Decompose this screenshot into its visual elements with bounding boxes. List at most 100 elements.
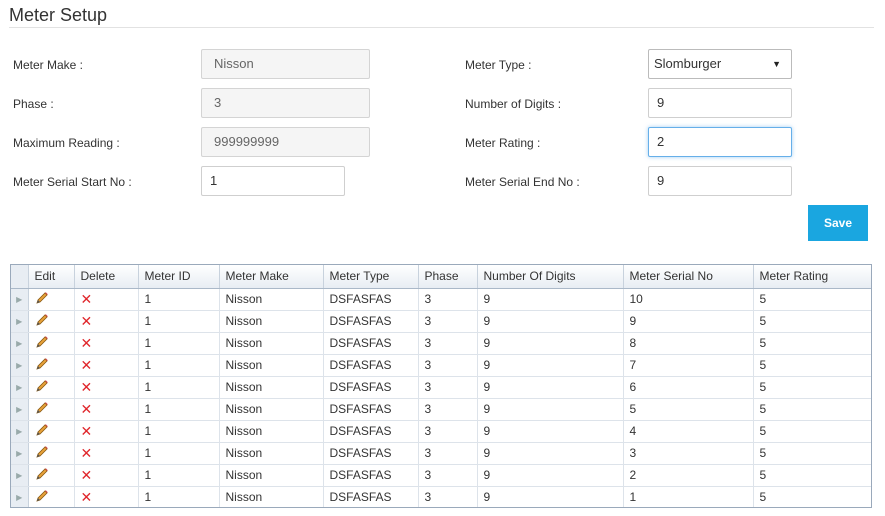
- edit-cell: [28, 310, 75, 333]
- title-divider: [9, 27, 874, 28]
- cell-serial-no: 1: [623, 486, 754, 507]
- pencil-icon[interactable]: [35, 335, 49, 349]
- delete-cell: ✕: [74, 486, 139, 507]
- pencil-icon[interactable]: [35, 313, 49, 327]
- cell-digits: 9: [477, 376, 624, 399]
- cell-meter-type: DSFASFAS: [323, 288, 419, 311]
- serial-end-field[interactable]: 9: [648, 166, 792, 196]
- cell-digits: 9: [477, 464, 624, 487]
- header-indicator: [11, 265, 29, 289]
- save-button[interactable]: Save: [808, 205, 868, 241]
- delete-cell: ✕: [74, 464, 139, 487]
- cell-digits: 9: [477, 398, 624, 421]
- table-row[interactable]: ▶ ✕ 1 Nisson DSFASFAS 3 9 9 5: [11, 310, 871, 333]
- table-row[interactable]: ▶ ✕ 1 Nisson DSFASFAS 3 9 4 5: [11, 420, 871, 443]
- table-row[interactable]: ▶ ✕ 1 Nisson DSFASFAS 3 9 1 5: [11, 486, 871, 507]
- table-row[interactable]: ▶ ✕ 1 Nisson DSFASFAS 3 9 6 5: [11, 376, 871, 399]
- col-header-meter-type[interactable]: Meter Type: [323, 265, 419, 289]
- cell-rating: 5: [753, 398, 871, 421]
- cell-rating: 5: [753, 354, 871, 377]
- cell-rating: 5: [753, 486, 871, 507]
- pencil-icon[interactable]: [35, 291, 49, 305]
- col-header-phase[interactable]: Phase: [418, 265, 478, 289]
- cell-meter-make: Nisson: [219, 354, 324, 377]
- cell-phase: 3: [418, 398, 478, 421]
- page-title: Meter Setup: [9, 5, 108, 25]
- edit-cell: [28, 486, 75, 507]
- pencil-icon[interactable]: [35, 401, 49, 415]
- cell-rating: 5: [753, 376, 871, 399]
- grid-header-row: Edit Delete Meter ID Meter Make Meter Ty…: [11, 265, 871, 289]
- cell-meter-id: 1: [138, 354, 220, 377]
- serial-start-label: Meter Serial Start No :: [13, 175, 132, 189]
- table-row[interactable]: ▶ ✕ 1 Nisson DSFASFAS 3 9 5 5: [11, 398, 871, 421]
- cross-icon[interactable]: ✕: [81, 335, 93, 351]
- cell-meter-id: 1: [138, 420, 220, 443]
- pencil-icon[interactable]: [35, 445, 49, 459]
- cell-meter-make: Nisson: [219, 288, 324, 311]
- table-row[interactable]: ▶ ✕ 1 Nisson DSFASFAS 3 9 7 5: [11, 354, 871, 377]
- col-header-edit[interactable]: Edit: [28, 265, 75, 289]
- delete-cell: ✕: [74, 420, 139, 443]
- cell-phase: 3: [418, 486, 478, 507]
- table-row[interactable]: ▶ ✕ 1 Nisson DSFASFAS 3 9 8 5: [11, 332, 871, 355]
- cross-icon[interactable]: ✕: [81, 423, 93, 439]
- max-reading-label: Maximum Reading :: [13, 136, 120, 150]
- meter-grid: Edit Delete Meter ID Meter Make Meter Ty…: [10, 264, 872, 508]
- cross-icon[interactable]: ✕: [81, 313, 93, 329]
- meter-type-select[interactable]: Slomburger ▼: [648, 49, 792, 79]
- cell-meter-id: 1: [138, 332, 220, 355]
- cross-icon[interactable]: ✕: [81, 379, 93, 395]
- triangle-right-icon: ▶: [11, 464, 29, 487]
- table-row[interactable]: ▶ ✕ 1 Nisson DSFASFAS 3 9 3 5: [11, 442, 871, 465]
- cross-icon[interactable]: ✕: [81, 467, 93, 483]
- delete-cell: ✕: [74, 310, 139, 333]
- col-header-serial-no[interactable]: Meter Serial No: [623, 265, 754, 289]
- table-row[interactable]: ▶ ✕ 1 Nisson DSFASFAS 3 9 2 5: [11, 464, 871, 487]
- triangle-right-icon: ▶: [11, 486, 29, 507]
- cell-meter-type: DSFASFAS: [323, 332, 419, 355]
- cell-meter-type: DSFASFAS: [323, 464, 419, 487]
- delete-cell: ✕: [74, 354, 139, 377]
- col-header-digits[interactable]: Number Of Digits: [477, 265, 624, 289]
- pencil-icon[interactable]: [35, 467, 49, 481]
- max-reading-field[interactable]: 999999999: [201, 127, 370, 157]
- cross-icon[interactable]: ✕: [81, 291, 93, 307]
- cell-serial-no: 4: [623, 420, 754, 443]
- cell-meter-make: Nisson: [219, 420, 324, 443]
- cell-meter-id: 1: [138, 376, 220, 399]
- col-header-meter-id[interactable]: Meter ID: [138, 265, 220, 289]
- rating-field[interactable]: 2: [648, 127, 792, 157]
- cross-icon[interactable]: ✕: [81, 445, 93, 461]
- cell-phase: 3: [418, 420, 478, 443]
- col-header-delete[interactable]: Delete: [74, 265, 139, 289]
- serial-start-field[interactable]: 1: [201, 166, 345, 196]
- col-header-rating[interactable]: Meter Rating: [753, 265, 871, 289]
- delete-cell: ✕: [74, 288, 139, 311]
- meter-make-field[interactable]: Nisson: [201, 49, 370, 79]
- pencil-icon[interactable]: [35, 379, 49, 393]
- edit-cell: [28, 376, 75, 399]
- cross-icon[interactable]: ✕: [81, 357, 93, 373]
- cross-icon[interactable]: ✕: [81, 489, 93, 505]
- cell-rating: 5: [753, 332, 871, 355]
- pencil-icon[interactable]: [35, 423, 49, 437]
- triangle-right-icon: ▶: [11, 376, 29, 399]
- cross-icon[interactable]: ✕: [81, 401, 93, 417]
- meter-table: Edit Delete Meter ID Meter Make Meter Ty…: [11, 265, 871, 507]
- table-row[interactable]: ▶ ✕ 1 Nisson DSFASFAS 3 9 10 5: [11, 288, 871, 311]
- digits-field[interactable]: 9: [648, 88, 792, 118]
- triangle-right-icon: ▶: [11, 310, 29, 333]
- edit-cell: [28, 354, 75, 377]
- edit-cell: [28, 464, 75, 487]
- delete-cell: ✕: [74, 398, 139, 421]
- phase-label: Phase :: [13, 97, 54, 111]
- pencil-icon[interactable]: [35, 489, 49, 503]
- cell-serial-no: 2: [623, 464, 754, 487]
- pencil-icon[interactable]: [35, 357, 49, 371]
- col-header-meter-make[interactable]: Meter Make: [219, 265, 324, 289]
- phase-field[interactable]: 3: [201, 88, 370, 118]
- cell-serial-no: 10: [623, 288, 754, 311]
- cell-phase: 3: [418, 288, 478, 311]
- cell-meter-make: Nisson: [219, 376, 324, 399]
